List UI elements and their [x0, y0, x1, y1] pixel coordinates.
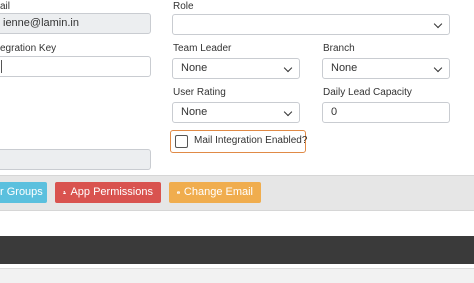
user-groups-label: r Groups [0, 186, 43, 198]
user-groups-button[interactable]: r Groups [0, 182, 47, 203]
readonly-field [0, 149, 151, 170]
user-lock-icon [63, 190, 67, 194]
text-cursor [1, 60, 2, 73]
team-leader-label: Team Leader [173, 43, 232, 54]
daily-lead-capacity-label: Daily Lead Capacity [323, 87, 412, 98]
change-email-label: Change Email [183, 186, 253, 198]
team-leader-value: None [181, 62, 208, 74]
branch-select[interactable]: None [322, 58, 450, 79]
integration-key-field[interactable] [0, 56, 151, 77]
role-label: Role [173, 1, 194, 12]
user-rating-select[interactable]: None [172, 102, 300, 123]
dark-header-bar [0, 236, 474, 264]
content-panel [0, 268, 474, 283]
email-field[interactable]: ienne@lamin.in [0, 13, 151, 34]
user-rating-value: None [181, 106, 208, 118]
integration-key-label: egration Key [0, 43, 57, 54]
email-label: ail [0, 1, 11, 12]
user-rating-label: User Rating [173, 87, 226, 98]
daily-lead-capacity-input[interactable]: 0 [322, 102, 450, 123]
mail-integration-checkbox[interactable] [175, 135, 188, 148]
branch-label: Branch [323, 43, 355, 54]
mail-integration-label: Mail Integration Enabled? [194, 135, 308, 146]
branch-value: None [331, 62, 358, 74]
app-permissions-button[interactable]: App Permissions [55, 182, 161, 203]
envelope-icon [177, 191, 180, 194]
mail-integration-option[interactable]: Mail Integration Enabled? [170, 130, 308, 153]
role-select[interactable] [172, 14, 450, 35]
change-email-button[interactable]: Change Email [169, 182, 261, 203]
app-permissions-label: App Permissions [70, 186, 153, 198]
team-leader-select[interactable]: None [172, 58, 300, 79]
